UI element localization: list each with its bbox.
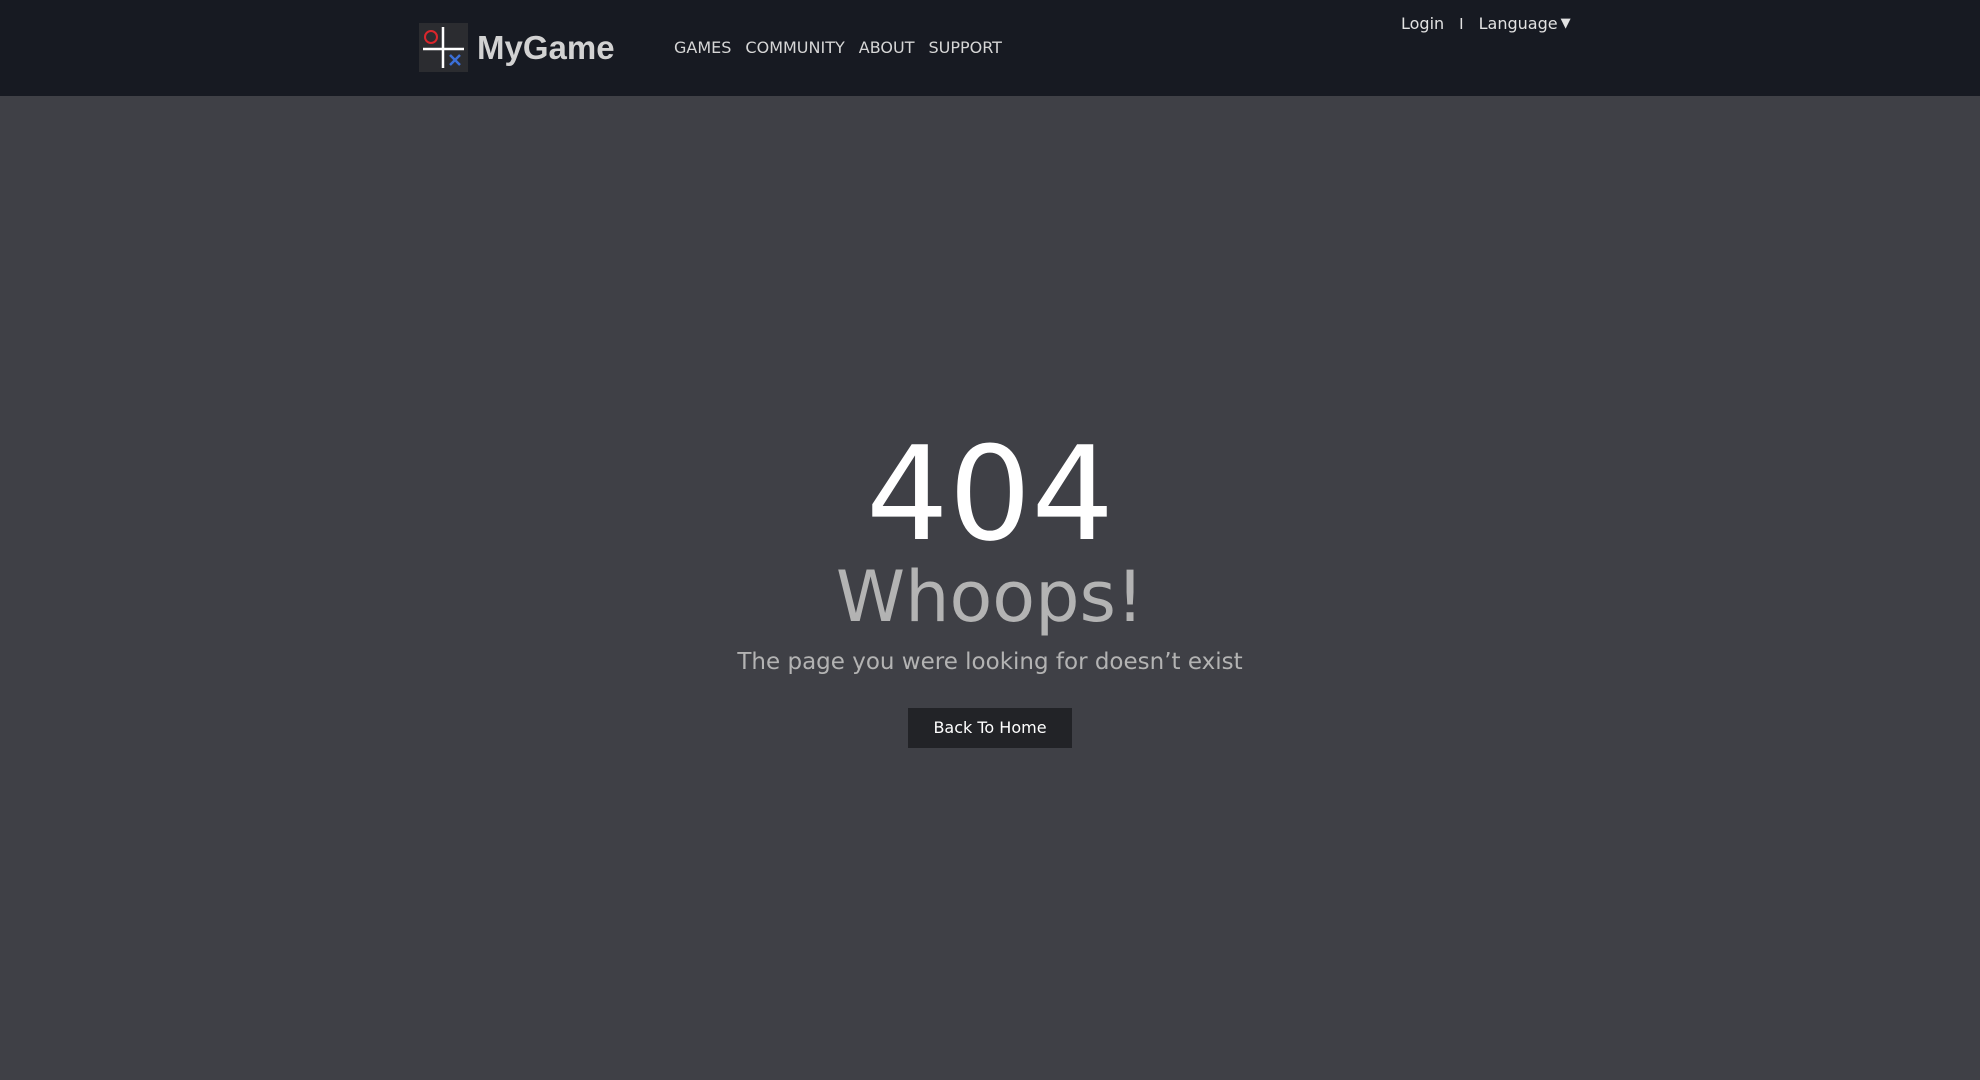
nav-about[interactable]: ABOUT	[859, 37, 915, 59]
main-nav: GAMES COMMUNITY ABOUT SUPPORT	[674, 37, 1002, 59]
tic-tac-toe-logo-icon	[419, 23, 468, 72]
error-page: 404 Whoops! The page you were looking fo…	[0, 96, 1980, 1080]
nav-support[interactable]: SUPPORT	[928, 37, 1001, 59]
login-link[interactable]: Login	[1401, 13, 1444, 35]
language-dropdown[interactable]: Language ▼	[1479, 13, 1571, 35]
caret-down-icon: ▼	[1560, 16, 1571, 31]
nav-community[interactable]: COMMUNITY	[745, 37, 844, 59]
brand-name: MyGame	[477, 29, 615, 66]
language-label: Language	[1478, 14, 1558, 33]
error-title: Whoops!	[835, 556, 1145, 638]
error-code: 404	[865, 418, 1115, 570]
back-to-home-button[interactable]: Back To Home	[908, 708, 1072, 748]
separator: I	[1459, 15, 1464, 33]
logo-link[interactable]: MyGame	[419, 23, 615, 72]
nav-games[interactable]: GAMES	[674, 37, 731, 59]
account-bar: Login I Language ▼	[1401, 13, 1571, 35]
site-header: MyGame GAMES COMMUNITY ABOUT SUPPORT Log…	[0, 0, 1980, 96]
error-message: The page you were looking for doesn’t ex…	[737, 649, 1243, 675]
